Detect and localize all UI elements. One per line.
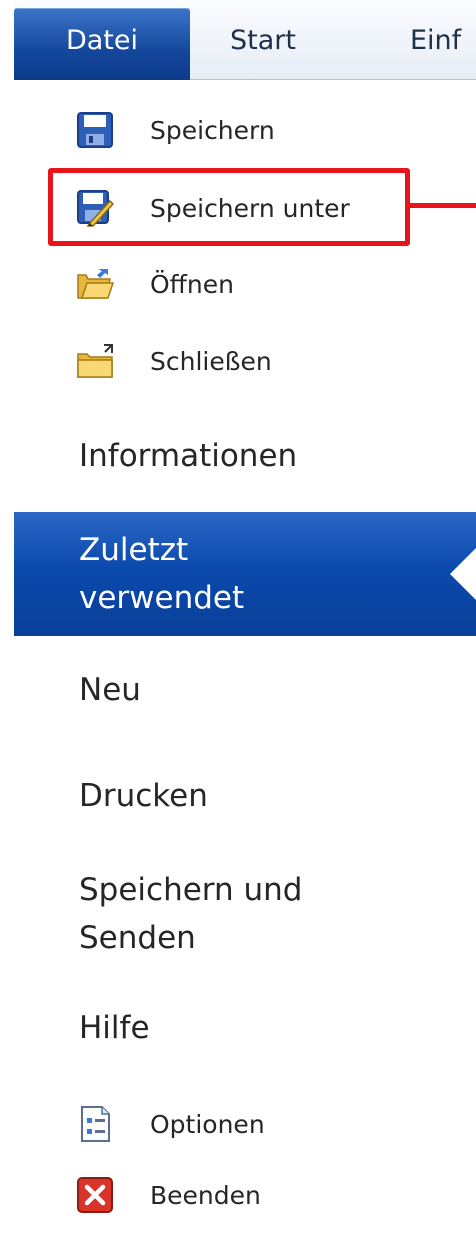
options-icon <box>81 1106 110 1142</box>
callout-line <box>410 203 476 208</box>
selection-pointer <box>450 548 476 600</box>
ribbon-tab-bar: Datei Start Einf <box>14 0 476 80</box>
nav-label-line2: Senden <box>79 920 196 956</box>
tab-start[interactable]: Start <box>230 8 296 80</box>
command-save[interactable]: Speichern <box>14 95 476 165</box>
office-backstage-screen: Datei Start Einf Speichern Speichern unt… <box>0 0 476 1250</box>
command-label: Beenden <box>150 1180 261 1210</box>
nav-label: Neu <box>79 672 141 708</box>
command-label: Schließen <box>150 346 272 376</box>
nav-speichern-und-senden[interactable]: Speichern und Senden <box>14 866 476 970</box>
nav-neu[interactable]: Neu <box>14 666 476 722</box>
command-label: Speichern <box>150 115 275 145</box>
nav-hilfe[interactable]: Hilfe <box>14 1004 476 1060</box>
command-label: Optionen <box>150 1109 265 1139</box>
nav-label-line1: Zuletzt <box>79 532 189 568</box>
save-icon <box>77 112 113 148</box>
nav-label-line2: verwendet <box>79 580 245 616</box>
open-folder-icon <box>77 269 114 299</box>
nav-label: Informationen <box>79 438 298 474</box>
command-close[interactable]: Schließen <box>14 326 476 396</box>
nav-drucken[interactable]: Drucken <box>14 772 476 828</box>
tab-einfuegen[interactable]: Einf <box>410 8 461 80</box>
tab-datei[interactable]: Datei <box>14 8 190 80</box>
command-exit[interactable]: Beenden <box>14 1160 476 1230</box>
close-folder-icon <box>77 344 113 378</box>
nav-label: Drucken <box>79 778 208 814</box>
nav-informationen[interactable]: Informationen <box>14 432 476 488</box>
command-open[interactable]: Öffnen <box>14 249 476 319</box>
nav-label-line1: Speichern und <box>79 872 303 908</box>
command-options[interactable]: Optionen <box>14 1089 476 1159</box>
highlight-box <box>48 168 410 246</box>
nav-zuletzt-verwendet[interactable]: Zuletzt verwendet <box>14 512 476 636</box>
command-label: Öffnen <box>150 269 234 299</box>
exit-icon <box>77 1177 113 1213</box>
backstage-menu: Speichern Speichern unter Öffnen Schließ… <box>14 80 476 1250</box>
nav-label: Hilfe <box>79 1010 150 1046</box>
